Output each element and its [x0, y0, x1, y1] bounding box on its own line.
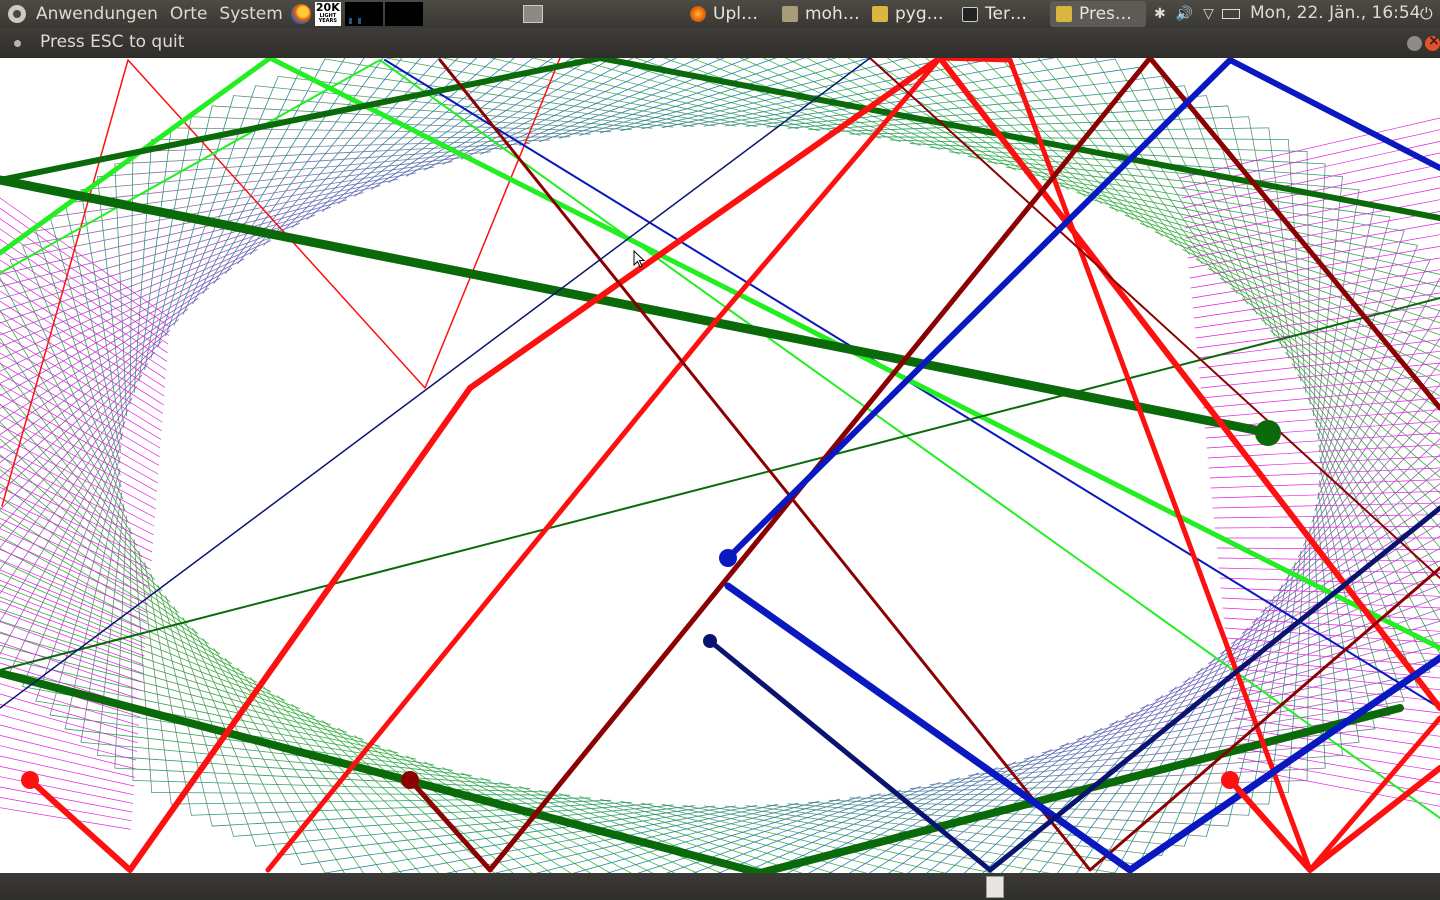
window-title: Press ESC to quit	[40, 32, 185, 52]
menu-system[interactable]: System	[213, 4, 288, 24]
system-monitor-cpu-icon[interactable]	[344, 2, 383, 26]
launcher-20k-icon[interactable]: 20K LIGHT YEARS	[314, 2, 341, 26]
minimize-button[interactable]	[1407, 36, 1422, 51]
line-art-drawing	[0, 58, 1440, 873]
green-ball	[1255, 420, 1281, 446]
dark-green-diagonal	[0, 175, 1275, 438]
power-icon[interactable]: ⏻	[1420, 4, 1433, 24]
bottom-panel	[0, 873, 1440, 900]
wifi-icon[interactable]: ▽	[1203, 6, 1214, 22]
firefox-launcher-icon[interactable]	[290, 4, 311, 24]
mouse-cursor-icon	[633, 250, 646, 268]
close-button[interactable]	[1425, 33, 1440, 51]
bouncing-lines	[0, 58, 1440, 873]
taskbar-item-label: pyg…	[895, 4, 944, 24]
firefox-icon	[690, 6, 706, 22]
taskbar-item-label: Upl…	[713, 4, 758, 24]
blue-ball	[719, 549, 737, 567]
menu-places[interactable]: Orte	[164, 4, 214, 24]
terminal-icon	[962, 6, 978, 22]
launcher-badge-subtext: LIGHT YEARS	[318, 13, 337, 24]
ubuntu-logo-icon[interactable]	[8, 5, 26, 23]
taskbar-item-pygame[interactable]: pyg…	[872, 1, 958, 27]
python-icon	[1056, 6, 1072, 22]
taskbar-item-folder[interactable]: moh…	[782, 1, 868, 27]
dark-red-ball	[401, 771, 419, 789]
python-icon	[872, 6, 888, 22]
red-ball-right	[1221, 771, 1239, 789]
window-menu-icon[interactable]	[14, 40, 21, 47]
menu-applications[interactable]: Anwendungen	[30, 4, 164, 24]
pygame-canvas[interactable]	[0, 58, 1440, 873]
taskbar-item-press[interactable]: Pres…	[1050, 1, 1146, 27]
window-titlebar[interactable]: Press ESC to quit	[0, 28, 1440, 58]
volume-icon[interactable]: 🔊	[1176, 6, 1193, 22]
folder-icon	[782, 6, 798, 22]
green-thin-line	[0, 59, 1440, 819]
trash-icon[interactable]	[986, 876, 1004, 898]
taskbar-item-terminal[interactable]: Ter…	[962, 1, 1046, 27]
navy-ball	[703, 634, 717, 648]
red-ball-left	[21, 771, 39, 789]
clock[interactable]: Mon, 22. Jän., 16:54	[1250, 3, 1421, 23]
show-desktop-icon[interactable]	[523, 5, 543, 23]
taskbar-item-label: Pres…	[1079, 4, 1132, 24]
system-monitor-net-icon[interactable]	[384, 2, 423, 26]
taskbar-item-label: moh…	[805, 4, 860, 24]
taskbar-item-upload[interactable]: Upl…	[690, 1, 776, 27]
taskbar-item-label: Ter…	[985, 4, 1027, 24]
bluetooth-icon[interactable]: ✱	[1154, 6, 1166, 22]
system-tray: ✱ 🔊 ▽	[1154, 4, 1240, 24]
battery-icon[interactable]	[1221, 9, 1240, 19]
dark-green-thin-line	[0, 297, 1440, 671]
